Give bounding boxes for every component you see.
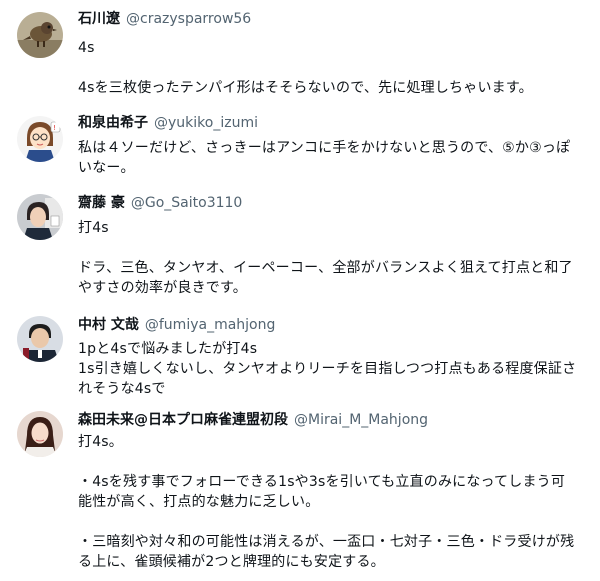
tweet-header: 和泉由希子 @yukiko_izumi	[78, 113, 258, 133]
user-handle[interactable]: @Mirai_M_Mahjong	[294, 412, 428, 428]
user-handle[interactable]: @fumiya_mahjong	[145, 317, 276, 333]
tweet-header: 石川遼 @crazysparrow56	[78, 9, 251, 29]
tweet-text: 4s 4sを三枚使ったテンパイ形はそそらないので、先に処理しちゃいます。	[78, 40, 533, 96]
display-name[interactable]: 齋藤 豪	[78, 195, 125, 211]
tweet-text: 私は４ソーだけど、さっきーはアンコに手をかけないと思うので、⑤か③っぽいなー。	[78, 140, 571, 176]
tweet-header: 齋藤 豪 @Go_Saito3110	[78, 193, 242, 213]
avatar[interactable]	[17, 12, 63, 58]
tweet-header: 中村 文哉 @fumiya_mahjong	[78, 315, 275, 335]
svg-text:!: !	[53, 124, 56, 132]
tweet-header: 森田未来@日本プロ麻雀連盟初段 @Mirai_M_Mahjong	[78, 410, 428, 430]
tweet-text: 1pと4sで悩みましたが打4s 1s引き嬉しくないし、タンヤオよりリーチを目指し…	[78, 341, 577, 397]
tweet-text: 打4s ドラ、三色、タンヤオ、イーペーコー、全部がバランスよく狙えて打点と和了や…	[78, 220, 573, 296]
avatar[interactable]	[17, 194, 63, 240]
avatar[interactable]	[17, 316, 63, 362]
avatar[interactable]	[17, 411, 63, 457]
display-name[interactable]: 和泉由希子	[78, 115, 148, 131]
display-name[interactable]: 森田未来@日本プロ麻雀連盟初段	[78, 412, 288, 428]
user-handle[interactable]: @Go_Saito3110	[131, 195, 242, 211]
display-name[interactable]: 石川遼	[78, 11, 120, 27]
display-name[interactable]: 中村 文哉	[78, 317, 139, 333]
avatar[interactable]: !	[17, 116, 63, 162]
tweet-text: 打4s。 ・4sを残す事でフォローできる1sや3sを引いても立直のみになってしま…	[78, 434, 575, 570]
user-handle[interactable]: @crazysparrow56	[126, 11, 251, 27]
user-handle[interactable]: @yukiko_izumi	[154, 115, 258, 131]
